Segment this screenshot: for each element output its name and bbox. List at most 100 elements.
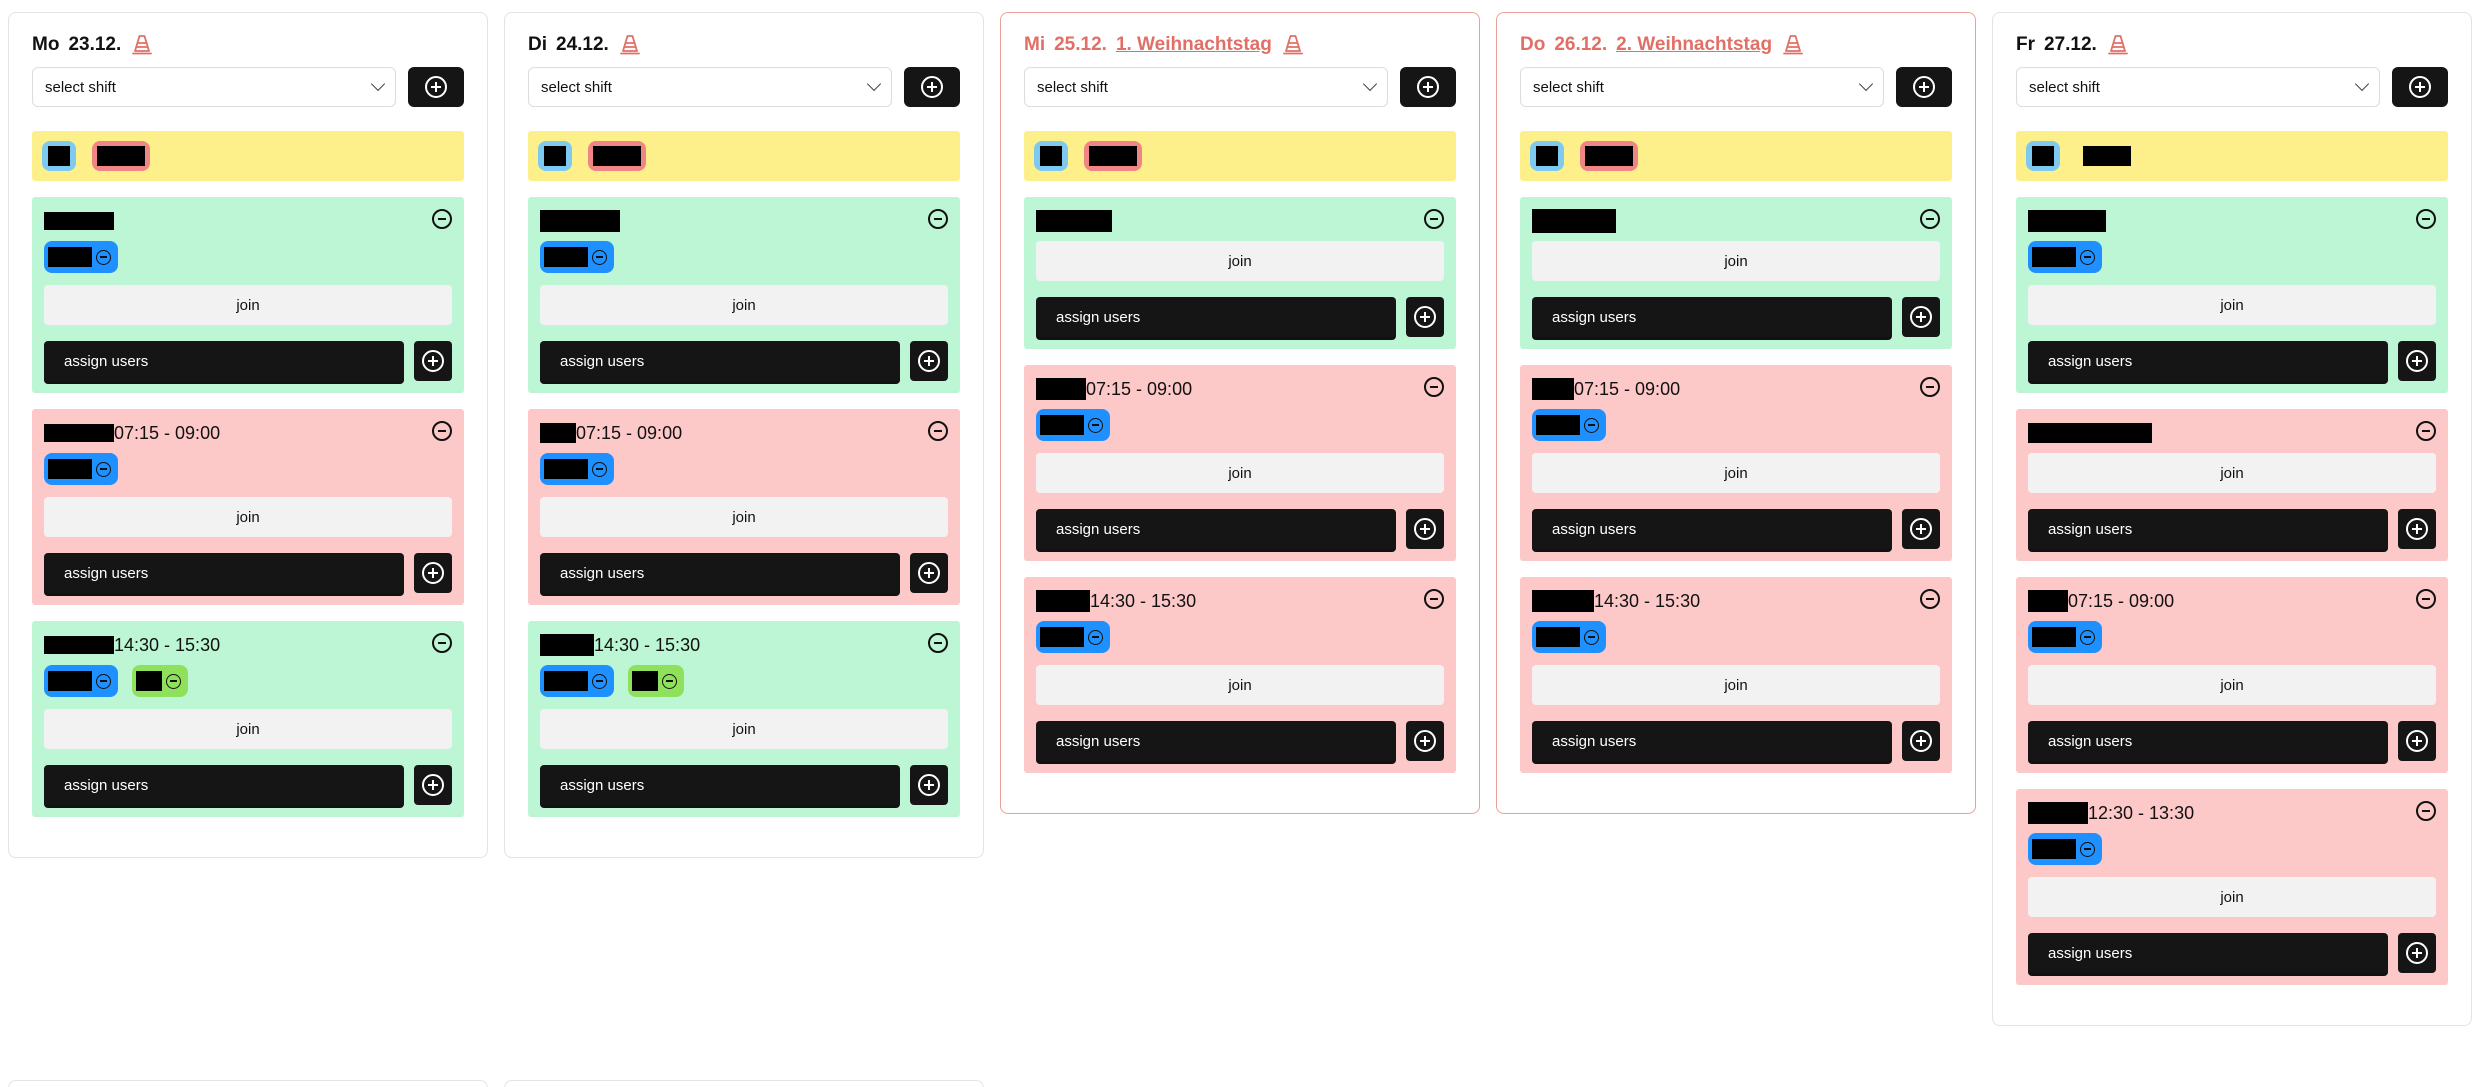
user-chip[interactable]	[44, 241, 118, 273]
remove-user-icon[interactable]	[2080, 249, 2095, 265]
assign-add-button[interactable]	[910, 765, 948, 805]
remove-user-icon[interactable]	[1584, 629, 1599, 645]
assign-users-button[interactable]: assign users	[2028, 721, 2388, 761]
assign-users-button[interactable]: assign users	[44, 765, 404, 805]
add-shift-button[interactable]	[1400, 67, 1456, 107]
assign-users-button[interactable]: assign users	[540, 553, 900, 593]
assign-users-button[interactable]: assign users	[1532, 721, 1892, 761]
assign-users-button[interactable]: assign users	[1036, 509, 1396, 549]
minus-circle-icon[interactable]	[1920, 377, 1940, 397]
minus-circle-icon[interactable]	[2416, 209, 2436, 229]
user-avatar-chip[interactable]	[2076, 141, 2138, 171]
user-avatar-chip[interactable]	[1084, 141, 1142, 171]
remove-user-icon[interactable]	[2080, 841, 2095, 857]
user-avatar-chip[interactable]	[538, 141, 572, 171]
assign-add-button[interactable]	[1902, 297, 1940, 337]
minus-circle-icon[interactable]	[1424, 377, 1444, 397]
remove-user-icon[interactable]	[166, 673, 181, 689]
assign-add-button[interactable]	[1406, 297, 1444, 337]
minus-circle-icon[interactable]	[2416, 801, 2436, 821]
assign-users-button[interactable]: assign users	[1532, 297, 1892, 337]
user-chip[interactable]	[2028, 241, 2102, 273]
join-button[interactable]: join	[44, 497, 452, 537]
add-shift-button[interactable]	[1896, 67, 1952, 107]
user-avatar-chip[interactable]	[1580, 141, 1638, 171]
remove-user-icon[interactable]	[592, 673, 607, 689]
assign-add-button[interactable]	[414, 765, 452, 805]
remove-user-icon[interactable]	[96, 673, 111, 689]
assign-users-button[interactable]: assign users	[44, 553, 404, 593]
remove-user-icon[interactable]	[592, 461, 607, 477]
join-button[interactable]: join	[1036, 665, 1444, 705]
join-button[interactable]: join	[1532, 665, 1940, 705]
shift-select[interactable]: select shift	[1520, 67, 1884, 107]
shift-select[interactable]: select shift	[1024, 67, 1388, 107]
remove-user-icon[interactable]	[96, 461, 111, 477]
assign-users-button[interactable]: assign users	[1532, 509, 1892, 549]
assign-add-button[interactable]	[414, 553, 452, 593]
user-avatar-chip[interactable]	[2026, 141, 2060, 171]
user-chip[interactable]	[540, 241, 614, 273]
shift-select[interactable]: select shift	[2016, 67, 2380, 107]
minus-circle-icon[interactable]	[1424, 589, 1444, 609]
remove-user-icon[interactable]	[592, 249, 607, 265]
assign-add-button[interactable]	[2398, 933, 2436, 973]
assign-users-button[interactable]: assign users	[540, 765, 900, 805]
assign-users-button[interactable]: assign users	[1036, 297, 1396, 337]
join-button[interactable]: join	[1036, 453, 1444, 493]
join-button[interactable]: join	[540, 497, 948, 537]
assign-users-button[interactable]: assign users	[2028, 933, 2388, 973]
remove-user-icon[interactable]	[96, 249, 111, 265]
assign-users-button[interactable]: assign users	[1036, 721, 1396, 761]
assign-users-button[interactable]: assign users	[2028, 509, 2388, 549]
minus-circle-icon[interactable]	[928, 633, 948, 653]
minus-circle-icon[interactable]	[1424, 209, 1444, 229]
user-chip[interactable]	[2028, 621, 2102, 653]
assign-add-button[interactable]	[1902, 721, 1940, 761]
user-chip[interactable]	[1532, 409, 1606, 441]
minus-circle-icon[interactable]	[928, 209, 948, 229]
add-shift-button[interactable]	[904, 67, 960, 107]
assign-add-button[interactable]	[1406, 721, 1444, 761]
add-shift-button[interactable]	[408, 67, 464, 107]
assign-add-button[interactable]	[2398, 721, 2436, 761]
assign-add-button[interactable]	[414, 341, 452, 381]
holiday-label[interactable]: 2. Weihnachtstag	[1616, 34, 1772, 56]
assign-users-button[interactable]: assign users	[540, 341, 900, 381]
minus-circle-icon[interactable]	[432, 421, 452, 441]
user-chip[interactable]	[44, 665, 118, 697]
join-button[interactable]: join	[1532, 453, 1940, 493]
join-button[interactable]: join	[540, 285, 948, 325]
assign-add-button[interactable]	[1902, 509, 1940, 549]
join-button[interactable]: join	[44, 709, 452, 749]
minus-circle-icon[interactable]	[928, 421, 948, 441]
minus-circle-icon[interactable]	[432, 209, 452, 229]
assign-add-button[interactable]	[2398, 341, 2436, 381]
assign-add-button[interactable]	[1406, 509, 1444, 549]
minus-circle-icon[interactable]	[2416, 421, 2436, 441]
shift-select[interactable]: select shift	[528, 67, 892, 107]
remove-user-icon[interactable]	[1088, 629, 1103, 645]
join-button[interactable]: join	[2028, 453, 2436, 493]
join-button[interactable]: join	[2028, 877, 2436, 917]
user-avatar-chip[interactable]	[92, 141, 150, 171]
minus-circle-icon[interactable]	[432, 633, 452, 653]
minus-circle-icon[interactable]	[1920, 589, 1940, 609]
join-button[interactable]: join	[540, 709, 948, 749]
minus-circle-icon[interactable]	[1920, 209, 1940, 229]
join-button[interactable]: join	[2028, 665, 2436, 705]
assign-add-button[interactable]	[910, 341, 948, 381]
add-shift-button[interactable]	[2392, 67, 2448, 107]
assign-add-button[interactable]	[910, 553, 948, 593]
remove-user-icon[interactable]	[1088, 417, 1103, 433]
user-chip[interactable]	[628, 665, 684, 697]
assign-users-button[interactable]: assign users	[2028, 341, 2388, 381]
user-chip[interactable]	[1036, 409, 1110, 441]
join-button[interactable]: join	[2028, 285, 2436, 325]
user-chip[interactable]	[132, 665, 188, 697]
user-avatar-chip[interactable]	[42, 141, 76, 171]
user-chip[interactable]	[1036, 621, 1110, 653]
user-avatar-chip[interactable]	[1034, 141, 1068, 171]
remove-user-icon[interactable]	[2080, 629, 2095, 645]
user-chip[interactable]	[2028, 833, 2102, 865]
